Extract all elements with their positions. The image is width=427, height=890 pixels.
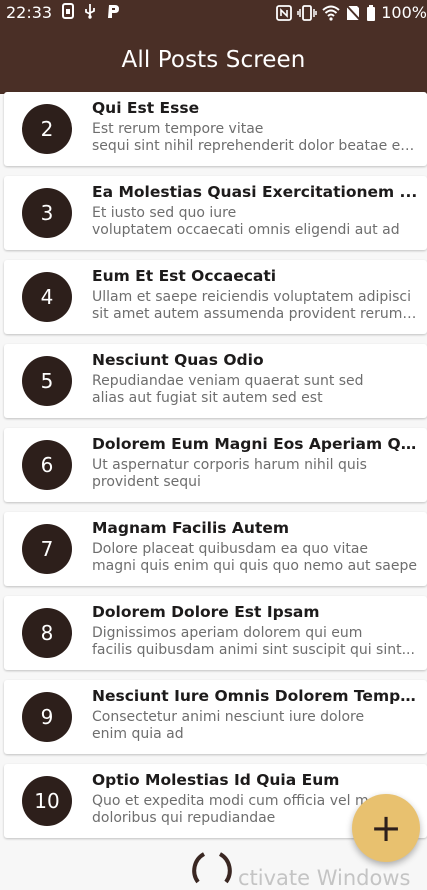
post-body-line-1: Et iusto sed quo iure [92, 205, 237, 221]
post-card[interactable]: 6 Dolorem Eum Magni Eos Aperiam Quia Ut … [4, 428, 427, 502]
vibrate-icon [297, 4, 317, 21]
loading-spinner [192, 852, 232, 884]
post-body-line-1: Ut aspernatur corporis harum nihil quis [92, 457, 367, 473]
status-time: 22:33 [6, 3, 53, 22]
post-id-avatar: 5 [22, 356, 72, 406]
post-card[interactable]: 9 Nesciunt Iure Omnis Dolorem Tempora ..… [4, 680, 427, 754]
post-text: Ea Molestias Quasi Exercitationem ... Et… [92, 182, 419, 239]
post-text: Dolorem Dolore Est Ipsam Dignissimos ape… [92, 602, 419, 659]
page-title: All Posts Screen [121, 47, 306, 73]
post-body-line-1: Ullam et saepe reiciendis voluptatem adi… [92, 289, 411, 305]
status-left-icons [62, 3, 120, 19]
nfc-icon [276, 4, 293, 21]
battery-percentage: 100% [381, 3, 427, 22]
post-body-line-2: alias aut fugiat sit autem sed est [92, 390, 323, 406]
post-title: Dolorem Dolore Est Ipsam [92, 603, 320, 621]
post-body-line-2: sit amet autem assumenda provident rerum… [92, 306, 419, 322]
post-id-avatar: 7 [22, 524, 72, 574]
battery-icon [367, 4, 376, 21]
post-id-avatar: 3 [22, 188, 72, 238]
post-id-avatar: 4 [22, 272, 72, 322]
post-id-avatar: 2 [22, 104, 72, 154]
post-text: Dolorem Eum Magni Eos Aperiam Quia Ut as… [92, 434, 419, 491]
post-body-line-2: voluptatem occaecati omnis eligendi aut … [92, 222, 400, 238]
post-title: Nesciunt Iure Omnis Dolorem Tempora ... [92, 687, 419, 705]
activate-windows-watermark: ctivate Windows [238, 866, 411, 890]
p-app-icon [108, 5, 119, 18]
post-card[interactable]: 7 Magnam Facilis Autem Dolore placeat qu… [4, 512, 427, 586]
wifi-icon [322, 5, 340, 21]
post-card[interactable]: 4 Eum Et Est Occaecati Ullam et saepe re… [4, 260, 427, 334]
post-card[interactable]: 2 Qui Est Esse Est rerum tempore vitae s… [4, 92, 427, 166]
post-title: Optio Molestias Id Quia Eum [92, 771, 340, 789]
status-bar: 22:33 100% [0, 0, 427, 26]
post-card[interactable]: 3 Ea Molestias Quasi Exercitationem ... … [4, 176, 427, 250]
post-text: Qui Est Esse Est rerum tempore vitae seq… [92, 98, 419, 155]
post-body-line-1: Dignissimos aperiam dolorem qui eum [92, 625, 363, 641]
post-body-line-2: sequi sint nihil reprehenderit dolor bea… [92, 138, 419, 154]
post-body-line-1: Est rerum tempore vitae [92, 121, 264, 137]
post-card[interactable]: 5 Nesciunt Quas Odio Repudiandae veniam … [4, 344, 427, 418]
post-body-line-1: Repudiandae veniam quaerat sunt sed [92, 373, 364, 389]
post-card[interactable]: 8 Dolorem Dolore Est Ipsam Dignissimos a… [4, 596, 427, 670]
posts-list: 2 Qui Est Esse Est rerum tempore vitae s… [0, 92, 427, 848]
usb-icon [85, 4, 95, 19]
post-body-line-2: provident sequi [92, 474, 201, 490]
app-bar: All Posts Screen [0, 26, 427, 94]
post-body-line-1: Consectetur animi nesciunt iure dolore [92, 709, 365, 725]
post-title: Dolorem Eum Magni Eos Aperiam Quia [92, 435, 419, 453]
post-body-line-1: Dolore placeat quibusdam ea quo vitae [92, 541, 369, 557]
post-id-avatar: 9 [22, 692, 72, 742]
no-sim-icon [346, 4, 361, 21]
post-title: Ea Molestias Quasi Exercitationem ... [92, 183, 418, 201]
sim-card-icon [62, 3, 74, 19]
post-title: Magnam Facilis Autem [92, 519, 290, 537]
post-text: Nesciunt Quas Odio Repudiandae veniam qu… [92, 350, 419, 407]
post-body-line-2: facilis quibusdam animi sint suscipit qu… [92, 642, 415, 658]
post-text: Nesciunt Iure Omnis Dolorem Tempora ... … [92, 686, 419, 743]
post-body-line-2: magni quis enim qui quis quo nemo aut sa… [92, 558, 417, 574]
post-id-avatar: 6 [22, 440, 72, 490]
status-right-icons: 100% [276, 3, 427, 22]
post-id-avatar: 10 [22, 776, 72, 826]
post-text: Eum Et Est Occaecati Ullam et saepe reic… [92, 266, 419, 323]
plus-icon: + [370, 806, 402, 850]
post-title: Eum Et Est Occaecati [92, 267, 277, 285]
post-title: Qui Est Esse [92, 99, 200, 117]
post-id-avatar: 8 [22, 608, 72, 658]
post-body-line-2: enim quia ad [92, 726, 184, 742]
post-title: Nesciunt Quas Odio [92, 351, 264, 369]
post-text: Magnam Facilis Autem Dolore placeat quib… [92, 518, 419, 575]
add-post-button[interactable]: + [352, 794, 420, 862]
